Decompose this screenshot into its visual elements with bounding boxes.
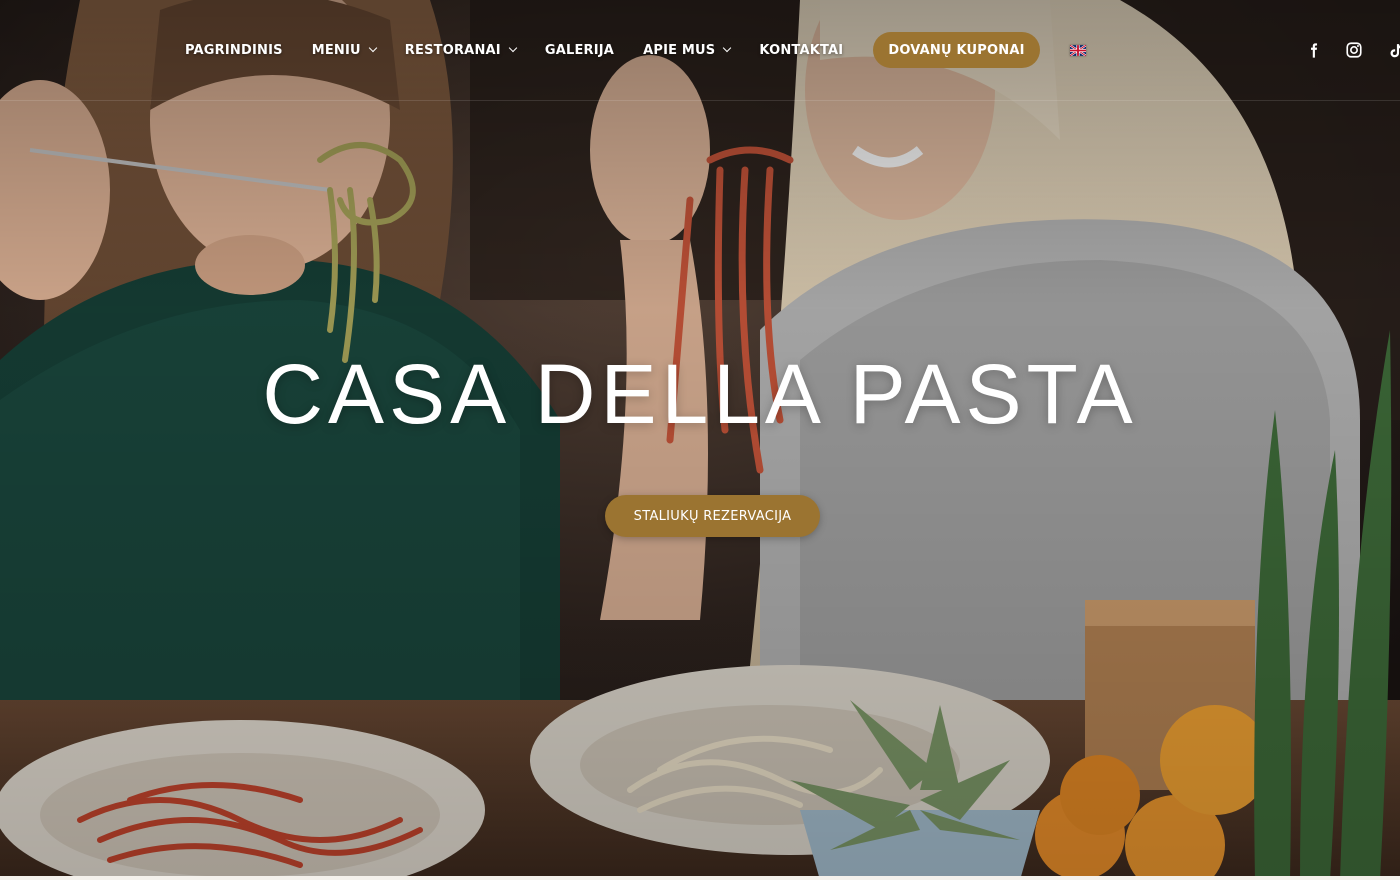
nav-item-galerija[interactable]: GALERIJA xyxy=(545,43,614,58)
nav-item-pagrindinis[interactable]: PAGRINDINIS xyxy=(185,43,283,58)
main-navigation: PAGRINDINIS MENIU RESTORANAI GALERIJA AP… xyxy=(185,32,1086,68)
nav-item-restoranai[interactable]: RESTORANAI xyxy=(405,43,516,58)
instagram-icon[interactable] xyxy=(1344,40,1364,60)
hero-title: CASA DELLA PASTA xyxy=(262,347,1138,441)
nav-item-kontaktai[interactable]: KONTAKTAI xyxy=(759,43,843,58)
nav-item-apie-mus[interactable]: APIE MUS xyxy=(643,43,730,58)
table-reservation-button[interactable]: STALIUKŲ REZERVACIJA xyxy=(605,495,820,537)
uk-flag-icon[interactable] xyxy=(1069,44,1086,56)
gift-vouchers-button[interactable]: DOVANŲ KUPONAI xyxy=(873,32,1040,68)
facebook-icon[interactable] xyxy=(1303,40,1323,60)
hero-section: PAGRINDINIS MENIU RESTORANAI GALERIJA AP… xyxy=(0,0,1400,880)
site-header: PAGRINDINIS MENIU RESTORANAI GALERIJA AP… xyxy=(0,0,1400,101)
social-links xyxy=(1303,40,1400,60)
page-bottom-edge xyxy=(0,876,1400,880)
tiktok-icon[interactable] xyxy=(1385,40,1400,60)
nav-item-meniu[interactable]: MENIU xyxy=(312,43,376,58)
